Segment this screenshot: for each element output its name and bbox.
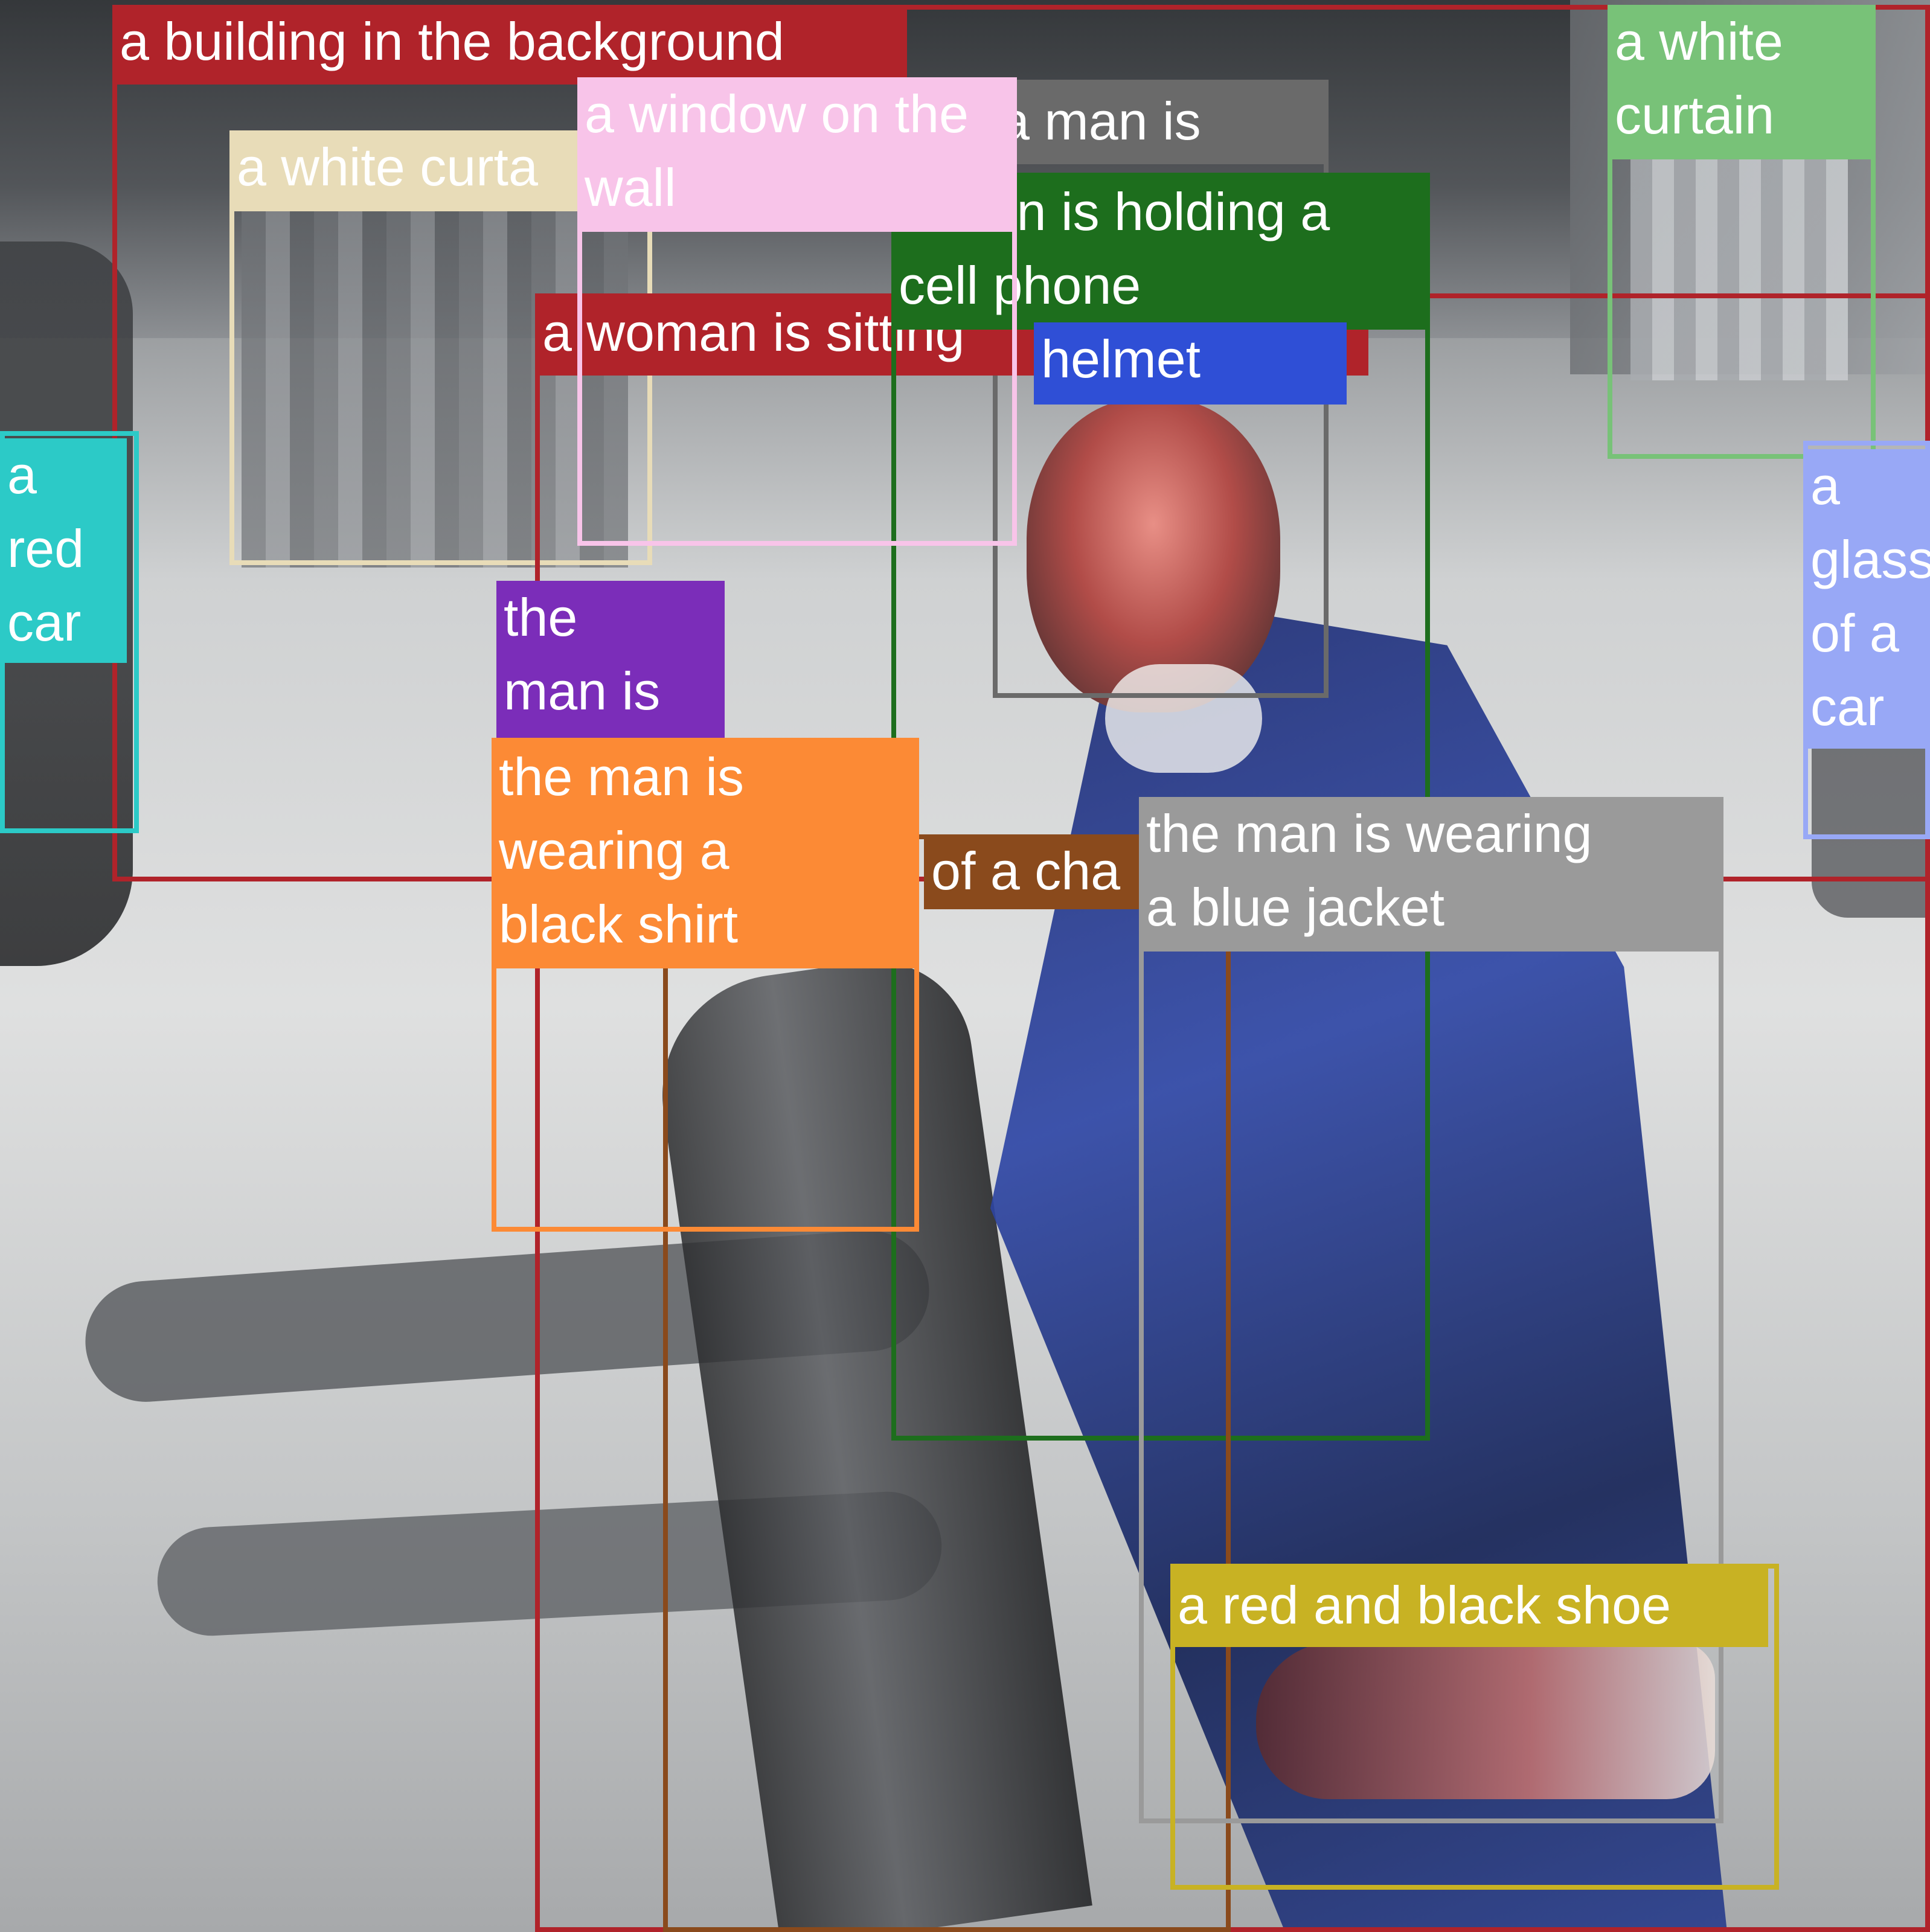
detection-label: a man is: [993, 85, 1329, 164]
detection-label: the man is wearing a blue jacket: [1139, 797, 1723, 952]
detection-label: a red car: [0, 438, 127, 663]
detection-label: the man is: [496, 581, 725, 745]
detection-label: a red and black shoe: [1170, 1569, 1768, 1647]
detection-label: a white curta: [229, 130, 586, 211]
detection-label: a glass of a car: [1803, 449, 1930, 749]
detection-label: a building in the background: [112, 5, 907, 85]
detection-label: helmet: [1034, 322, 1347, 405]
detection-label: of a cha: [924, 834, 1153, 909]
detection-label: a white curtain: [1608, 5, 1876, 159]
detection-label: a window on the wall: [577, 77, 1017, 232]
annotated-photo: a building in the background a white cur…: [0, 0, 1930, 1932]
detection-label: the man is wearing a black shirt: [492, 740, 919, 968]
